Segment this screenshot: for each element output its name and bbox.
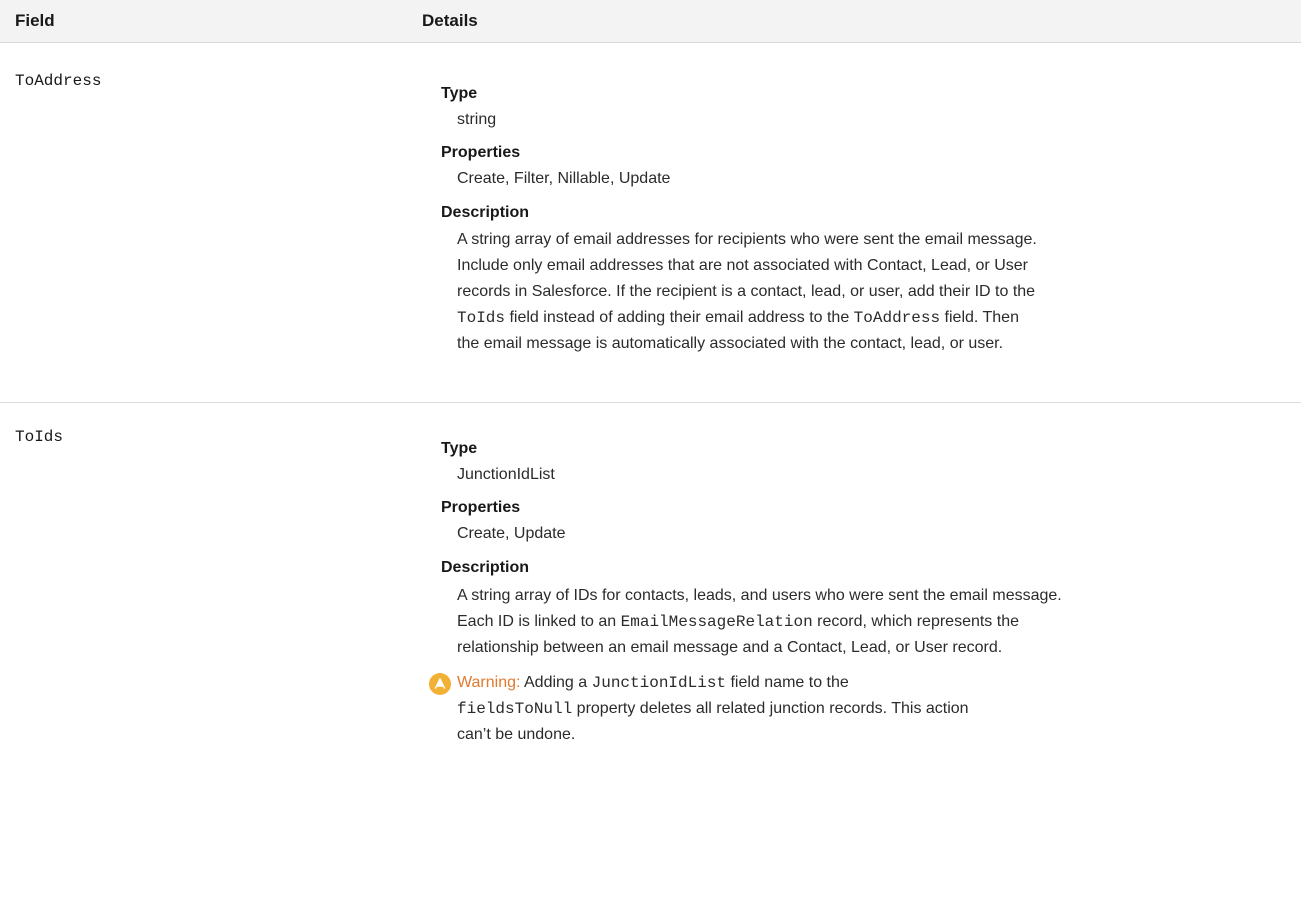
- code-fieldstonull: fieldsToNull: [457, 700, 573, 718]
- row-divider: [0, 402, 1301, 403]
- warning-text: Warning: Adding a JunctionIdList field n…: [457, 674, 969, 743]
- properties-label: Properties: [441, 499, 521, 516]
- code-toaddress: ToAddress: [853, 309, 941, 327]
- type-label: Type: [441, 440, 478, 457]
- field-name: ToAddress: [15, 72, 102, 90]
- properties-value: Create, Filter, Nillable, Update: [457, 170, 671, 187]
- properties-value: Create, Update: [457, 525, 566, 542]
- description-text: A string array of email addresses for re…: [457, 231, 1037, 352]
- code-toids: ToIds: [457, 309, 506, 327]
- code-junctionidlist: JunctionIdList: [591, 674, 727, 692]
- code-emailmessagerelation: EmailMessageRelation: [620, 613, 813, 631]
- type-label: Type: [441, 85, 478, 102]
- column-header-field: Field: [15, 11, 55, 30]
- column-header-details: Details: [422, 11, 478, 30]
- description-label: Description: [441, 559, 530, 576]
- type-value: JunctionIdList: [457, 466, 555, 483]
- type-value: string: [457, 111, 497, 128]
- warning-title: Warning:: [457, 674, 521, 691]
- table-header: Field Details: [0, 0, 1301, 43]
- warning-icon: [429, 673, 451, 695]
- description-text: A string array of IDs for contacts, lead…: [457, 587, 1062, 656]
- field-name: ToIds: [15, 428, 64, 446]
- description-label: Description: [441, 204, 530, 221]
- properties-label: Properties: [441, 144, 521, 161]
